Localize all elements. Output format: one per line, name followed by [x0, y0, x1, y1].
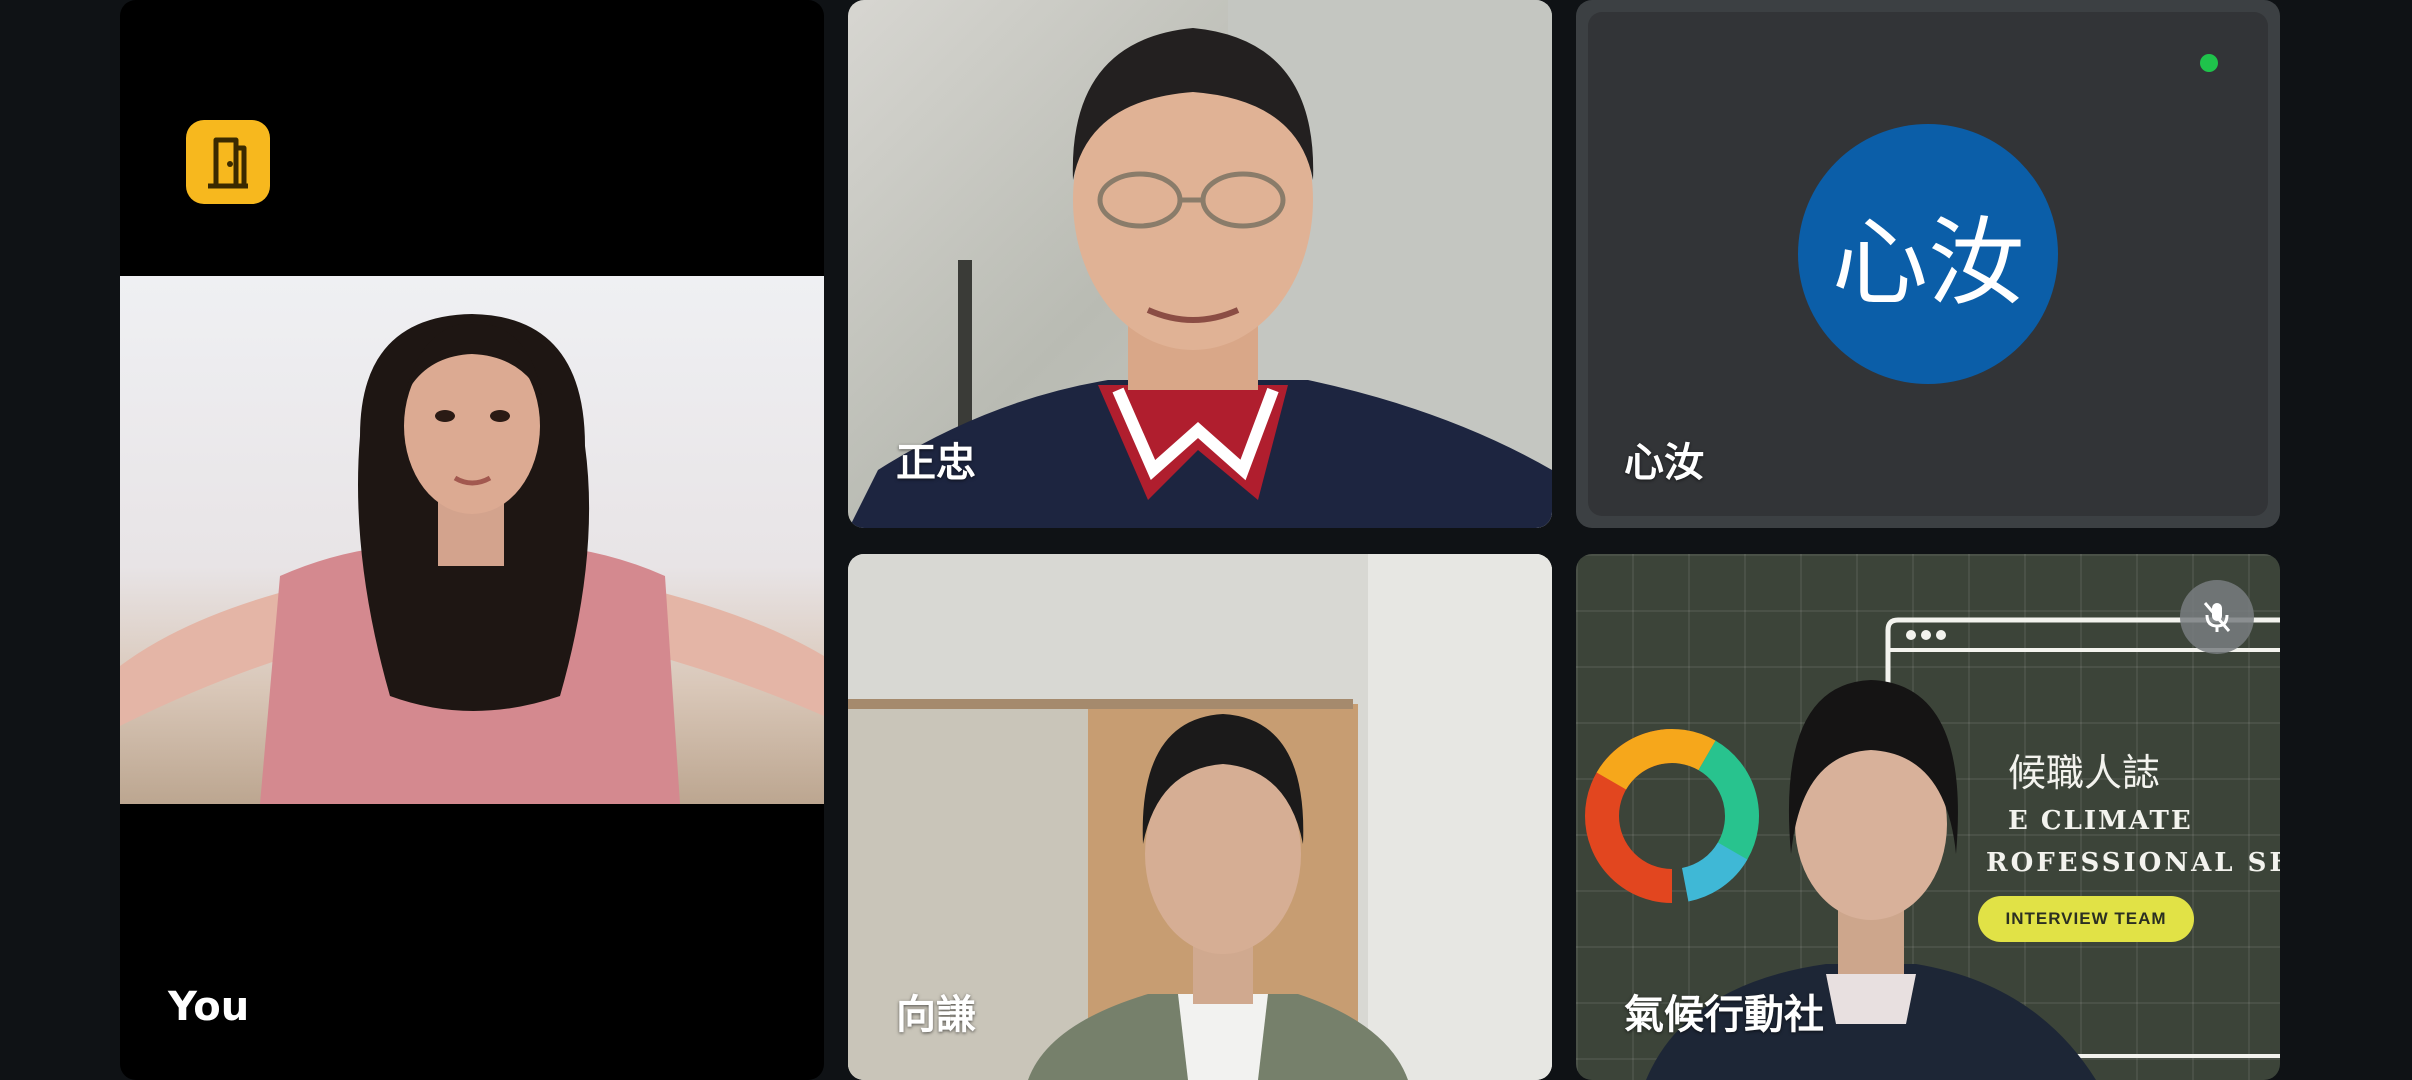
mic-off-icon [2203, 602, 2231, 632]
door-exit-icon [208, 137, 248, 189]
participant-name: You [168, 984, 250, 1030]
slide-button: INTERVIEW TEAM [1978, 896, 2194, 942]
participant-name: 正忠 [896, 440, 976, 486]
slide-line-1: E CLIMATE [2008, 806, 2193, 836]
mute-indicator [2180, 580, 2254, 654]
tile-zhengzhong[interactable]: 正忠 [848, 0, 1552, 528]
participant-name: 氣候行動社 [1624, 992, 1824, 1038]
exit-badge [186, 120, 270, 204]
tile-you[interactable]: You [120, 0, 824, 1080]
slide-line-2: ROFESSIONAL SER [1986, 848, 2280, 878]
slide-title: 候職人誌 [2008, 751, 2161, 795]
tile-xiangqian[interactable]: 向謙 [848, 554, 1552, 1080]
participant-name: 向謙 [896, 992, 976, 1038]
speaking-indicator [2200, 54, 2218, 72]
tile-climate-club[interactable]: 候職人誌 E CLIMATE ROFESSIONAL SER INTERVIEW… [1576, 554, 2280, 1080]
self-video [120, 276, 824, 804]
tile-xinru[interactable]: 心汝 心汝 [1576, 0, 2280, 528]
participant-name: 心汝 [1624, 440, 1704, 486]
avatar: 心汝 [1798, 124, 2058, 384]
